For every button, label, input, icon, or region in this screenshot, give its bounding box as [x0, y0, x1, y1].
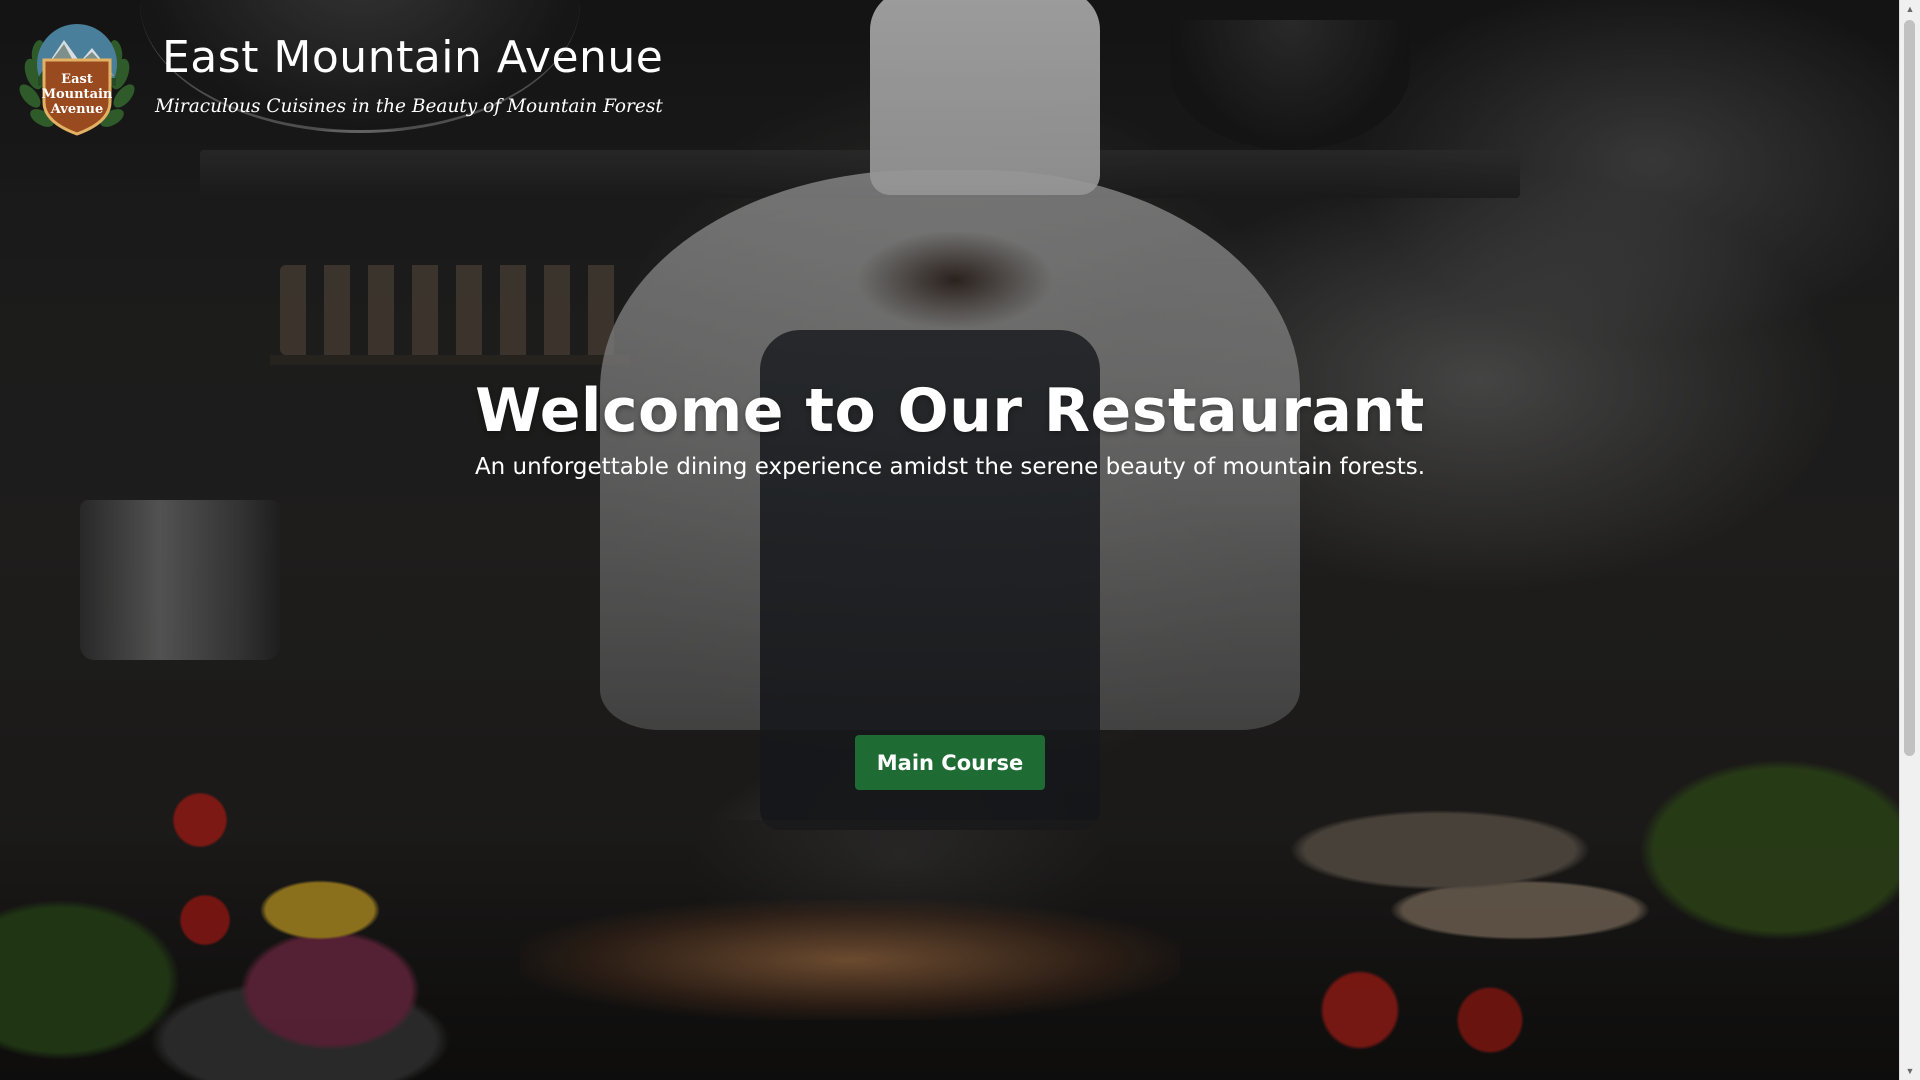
- triangle-down-icon[interactable]: ▼: [1900, 1062, 1920, 1080]
- vertical-scrollbar[interactable]: ▲ ▼: [1899, 0, 1920, 1080]
- scrollbar-thumb[interactable]: [1904, 20, 1915, 756]
- triangle-up-icon[interactable]: ▲: [1900, 0, 1920, 18]
- hero-subtitle: An unforgettable dining experience amids…: [474, 454, 1426, 480]
- logo-emblem-icon: East Mountain Avenue: [19, 24, 135, 136]
- hero-title: Welcome to Our Restaurant: [475, 376, 1425, 446]
- brand-tagline: Miraculous Cuisines in the Beauty of Mou…: [155, 96, 663, 117]
- logo-text-line3: Avenue: [50, 102, 104, 117]
- logo-text-line1: East: [61, 72, 93, 87]
- hero-section: East Mountain Avenue East Mountain Avenu…: [0, 0, 1900, 1080]
- main-course-button[interactable]: Main Course: [855, 735, 1045, 790]
- hero-overlay: [0, 0, 1900, 1080]
- restaurant-logo[interactable]: East Mountain Avenue: [18, 14, 136, 140]
- logo-text-line2: Mountain: [42, 87, 113, 102]
- brand-title[interactable]: East Mountain Avenue: [162, 32, 663, 83]
